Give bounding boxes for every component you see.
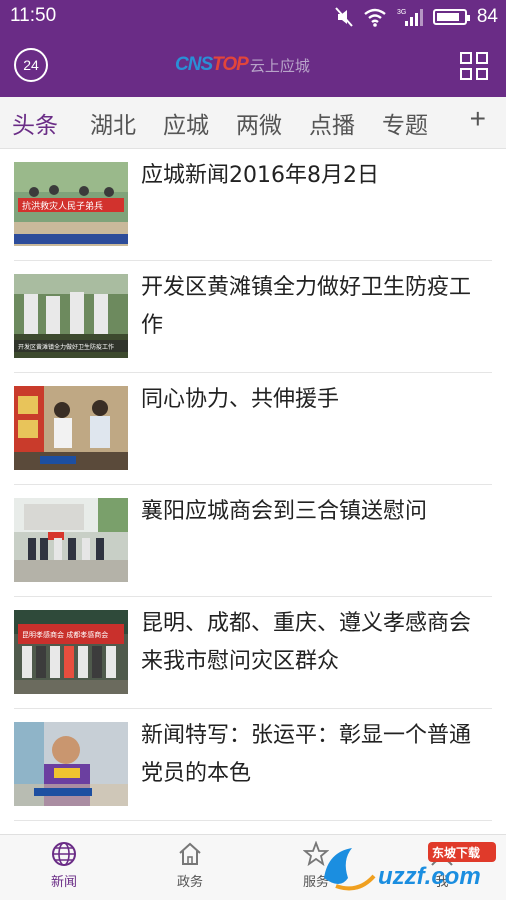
news-title: 襄阳应城商会到三合镇送慰问	[141, 499, 428, 524]
news-thumbnail	[14, 386, 128, 470]
news-item[interactable]: 同心协力、共伸援手	[14, 373, 492, 485]
news-item[interactable]: 昆明孝感商会 成都孝感商会 昆明、成都、重庆、遵义孝感商会来我市慰问灾区群众	[14, 597, 492, 709]
news-item[interactable]: 新闻特写：张运平：彰显一个普通党员的本色	[14, 709, 492, 821]
home-icon	[179, 842, 201, 865]
grid-cell	[476, 68, 488, 80]
watermark-tag: 东坡下载	[432, 845, 480, 860]
nav-label: 新闻	[50, 875, 77, 890]
nav-government[interactable]: 政务	[140, 841, 240, 899]
app-header: 24 CNSTOP 云上应城	[0, 34, 506, 97]
grid-menu-icon[interactable]	[460, 52, 488, 80]
tab-weibo-wechat[interactable]: 两微	[236, 106, 282, 140]
news-title: 同心协力、共伸援手	[141, 387, 340, 412]
grid-cell	[460, 68, 472, 80]
signal-icon: 3G	[397, 9, 423, 26]
thumb-caption: 昆明孝感商会 成都孝感商会	[22, 630, 108, 639]
tab-topics[interactable]: 专题	[382, 106, 428, 140]
news-thumbnail: 开发区黄滩镇全力做好卫生防疫工作	[14, 274, 128, 358]
app-logo: CNSTOP 云上应城	[175, 54, 310, 76]
tab-headlines[interactable]: 头条	[12, 106, 58, 140]
battery-icon	[432, 9, 470, 25]
status-icons: 3G 84	[335, 6, 498, 28]
category-tabs: 头条 湖北 应城 两微 点播 专题 +	[0, 97, 506, 149]
globe-icon	[52, 842, 76, 866]
grid-cell	[476, 52, 488, 64]
news-title: 昆明、成都、重庆、遵义孝感商会来我市慰问灾区群众	[141, 611, 472, 674]
nav-label: 政务	[176, 875, 203, 890]
tab-on-demand[interactable]: 点播	[309, 106, 355, 140]
news-item[interactable]: 襄阳应城商会到三合镇送慰问	[14, 485, 492, 597]
news-thumbnail	[14, 498, 128, 582]
news-title: 开发区黄滩镇全力做好卫生防疫工作	[141, 275, 472, 338]
24-hours-label: 24	[23, 57, 39, 73]
status-bar: 11:50 3G 84	[0, 0, 506, 34]
news-item[interactable]: 抗洪救灾人民子弟兵 应城新闻2016年8月2日	[14, 149, 492, 261]
logo-brand: CNSTOP	[175, 54, 249, 76]
news-title: 新闻特写：张运平：彰显一个普通党员的本色	[141, 723, 472, 786]
thumb-caption: 开发区黄滩镇全力做好卫生防疫工作	[18, 343, 114, 351]
tab-yingcheng[interactable]: 应城	[163, 106, 209, 140]
24-hours-button[interactable]: 24	[14, 48, 48, 82]
battery-percent: 84	[476, 6, 498, 27]
news-title: 应城新闻2016年8月2日	[141, 163, 379, 188]
news-thumbnail	[14, 722, 128, 806]
network-type-label: 3G	[397, 9, 406, 16]
add-tab-button[interactable]: +	[470, 103, 486, 135]
logo-subtitle: 云上应城	[249, 56, 310, 75]
mute-icon	[335, 7, 353, 27]
news-thumbnail: 昆明孝感商会 成都孝感商会	[14, 610, 128, 694]
battery-fill	[436, 13, 459, 21]
logo-brand-b: TOP	[212, 54, 249, 75]
status-time: 11:50	[10, 5, 57, 26]
wifi-icon	[364, 8, 386, 27]
tab-hubei[interactable]: 湖北	[90, 106, 136, 140]
logo-brand-a: CNS	[175, 54, 213, 75]
watermark-text: uzzf.com	[378, 863, 481, 890]
thumb-caption: 抗洪救灾人民子弟兵	[22, 200, 103, 212]
grid-cell	[460, 52, 472, 64]
app-top-bar: 11:50 3G 84 24 CNSTOP 云上应城	[0, 0, 506, 97]
uzzf-watermark: 东坡下载 uzzf.com	[324, 842, 496, 891]
nav-news[interactable]: 新闻	[14, 841, 114, 899]
news-thumbnail: 抗洪救灾人民子弟兵	[14, 162, 128, 246]
news-item[interactable]: 开发区黄滩镇全力做好卫生防疫工作 开发区黄滩镇全力做好卫生防疫工作	[14, 261, 492, 373]
